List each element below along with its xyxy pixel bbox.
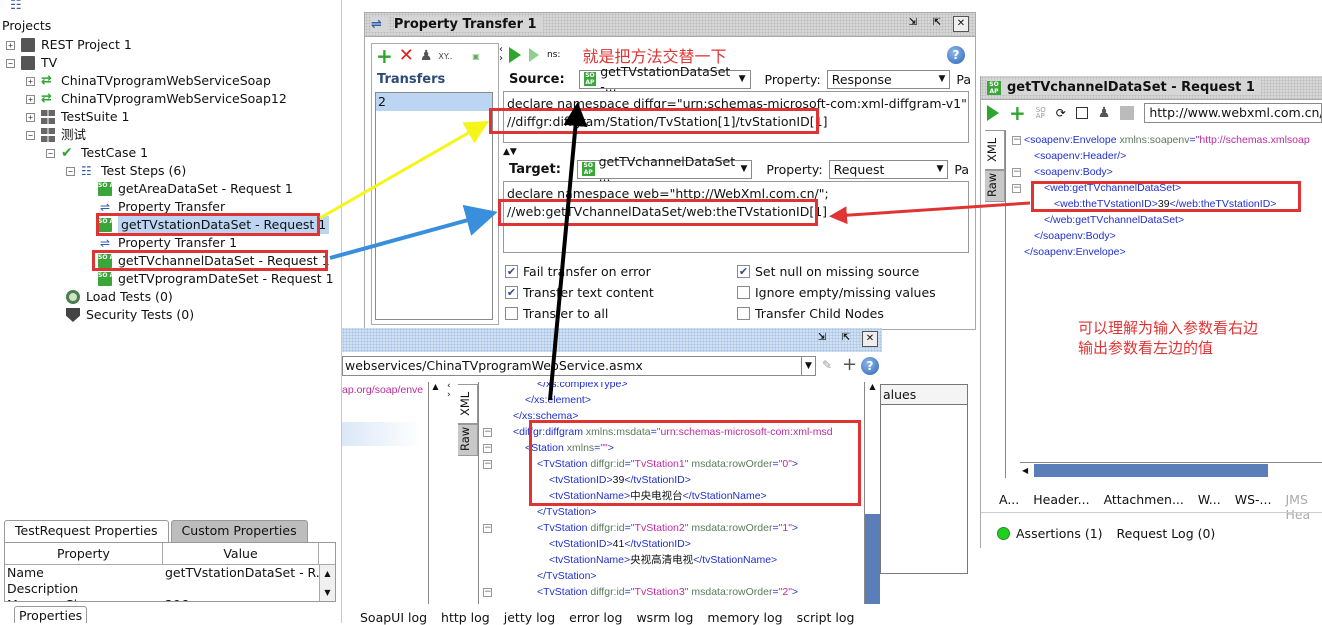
annotation-arrows [319, 102, 1031, 401]
blue-arrow [329, 204, 498, 260]
black-arrow [548, 102, 588, 401]
red-arrow [829, 201, 1031, 225]
yellow-arrow [319, 121, 490, 220]
